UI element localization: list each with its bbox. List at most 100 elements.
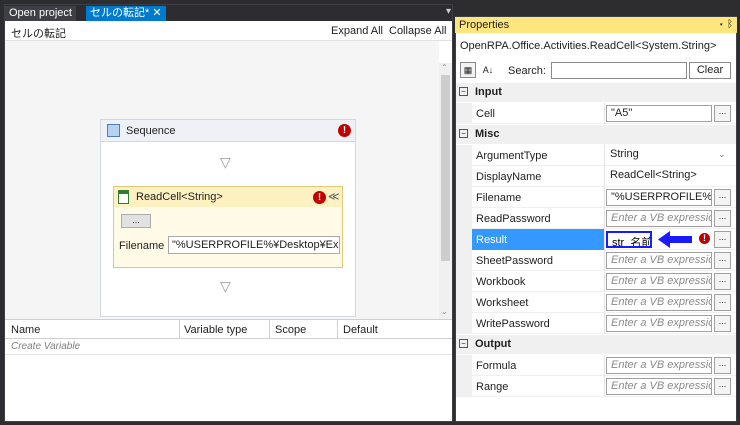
- property-row-worksheet[interactable]: Worksheet Enter a VB expressio ...: [456, 292, 736, 313]
- sequence-icon: [107, 124, 120, 137]
- filename-label: Filename: [119, 240, 165, 252]
- pin-icon[interactable]: ▾ ᛒ: [718, 17, 733, 33]
- search-input[interactable]: [551, 62, 687, 79]
- property-value-input[interactable]: Enter a VB expressio: [606, 294, 712, 311]
- collapse-icon[interactable]: −: [459, 87, 468, 96]
- property-row-writepassword[interactable]: WritePassword Enter a VB expressio ...: [456, 313, 736, 334]
- column-divider: [179, 320, 180, 338]
- filename-input[interactable]: "%USERPROFILE%¥Desktop¥Exc: [168, 236, 340, 254]
- property-row-filename[interactable]: Filename "%USERPROFILE%¥[ ...: [456, 187, 736, 208]
- designer-header: セルの転記 Expand All Collapse All: [5, 21, 452, 41]
- readcell-activity[interactable]: ReadCell<String> ! ≪ ... Filename "%USER…: [113, 186, 343, 268]
- property-row-formula[interactable]: Formula Enter a VB expressio ...: [456, 355, 736, 376]
- property-value-input[interactable]: "A5": [606, 105, 712, 122]
- expression-editor-button[interactable]: ...: [714, 378, 731, 395]
- properties-tab[interactable]: Properties ▾ ᛒ: [455, 17, 737, 33]
- column-scope[interactable]: Scope: [275, 324, 306, 336]
- row-gutter: [456, 229, 472, 250]
- property-row-cell[interactable]: Cell "A5" ...: [456, 103, 736, 124]
- argument-type-select[interactable]: String: [606, 147, 712, 164]
- collapse-all-link[interactable]: Collapse All: [389, 25, 446, 37]
- workflow-designer-pane: Open project セルの転記* ✕ ▾ セルの転記 Expand All…: [4, 4, 453, 422]
- search-label: Search:: [508, 65, 546, 77]
- sequence-activity[interactable]: Sequence ! ▽ ReadCell<String> ! ≪ ... Fi…: [100, 119, 356, 317]
- property-row-range[interactable]: Range Enter a VB expressio ...: [456, 376, 736, 397]
- expression-editor-button[interactable]: ...: [714, 315, 731, 332]
- expression-editor-button[interactable]: ...: [714, 231, 731, 248]
- column-default[interactable]: Default: [343, 324, 378, 336]
- divider: [604, 355, 605, 376]
- scroll-down-icon[interactable]: ⌄: [441, 307, 448, 316]
- expression-editor-button[interactable]: ...: [714, 273, 731, 290]
- collapse-icon[interactable]: ≪: [328, 190, 340, 203]
- alphabetical-icon[interactable]: A↓: [480, 62, 496, 78]
- result-value-input[interactable]: str_名前: [606, 231, 652, 248]
- property-value-input[interactable]: Enter a VB expressio: [606, 357, 712, 374]
- chevron-down-icon[interactable]: ⌄: [718, 149, 726, 160]
- property-row-result[interactable]: Result str_名前 ! ...: [456, 229, 736, 250]
- sequence-label: Sequence: [126, 125, 176, 137]
- property-row-displayname[interactable]: DisplayName ReadCell<String>: [456, 166, 736, 187]
- property-name: WritePassword: [476, 318, 550, 330]
- column-divider: [269, 320, 270, 338]
- property-value-input[interactable]: Enter a VB expressio: [606, 273, 712, 290]
- collapse-icon[interactable]: −: [459, 129, 468, 138]
- clear-button[interactable]: Clear: [689, 62, 731, 79]
- property-value-input[interactable]: Enter a VB expressio: [606, 315, 712, 332]
- document-tabstrip: Open project セルの転記* ✕ ▾: [5, 5, 452, 21]
- expression-editor-button[interactable]: ...: [714, 105, 731, 122]
- divider: [604, 250, 605, 271]
- tab-close-icon[interactable]: ✕: [152, 7, 161, 19]
- collapse-icon[interactable]: −: [459, 339, 468, 348]
- property-row-readpassword[interactable]: ReadPassword Enter a VB expressio ...: [456, 208, 736, 229]
- create-variable-row[interactable]: Create Variable: [11, 341, 80, 352]
- expression-editor-button[interactable]: ...: [714, 252, 731, 269]
- readcell-header[interactable]: ReadCell<String> ! ≪: [114, 187, 342, 207]
- expression-editor-button[interactable]: ...: [714, 294, 731, 311]
- canvas-scrollbar[interactable]: ⌃ ⌄: [439, 63, 452, 319]
- row-gutter: [456, 313, 472, 334]
- property-name: Filename: [476, 192, 522, 204]
- category-input[interactable]: − Input: [456, 83, 736, 102]
- expression-editor-button[interactable]: ...: [714, 357, 731, 374]
- workflow-breadcrumb[interactable]: セルの転記: [11, 25, 66, 41]
- categorized-icon[interactable]: ▦: [460, 62, 476, 78]
- expression-editor-button[interactable]: ...: [714, 189, 731, 206]
- category-misc[interactable]: − Misc: [456, 125, 736, 144]
- property-row-argumenttype[interactable]: ArgumentType String ⌄: [456, 145, 736, 166]
- row-gutter: [456, 208, 472, 229]
- divider: [604, 166, 605, 187]
- scrollbar-thumb[interactable]: [441, 75, 450, 261]
- property-value-input[interactable]: Enter a VB expressio: [606, 252, 712, 269]
- category-label: Input: [475, 86, 502, 98]
- property-name: ReadPassword: [476, 213, 551, 225]
- drop-target-icon[interactable]: ▽: [220, 154, 231, 171]
- property-grid: − Input Cell "A5" ... − Misc ArgumentTyp…: [456, 83, 736, 422]
- property-value-input[interactable]: ReadCell<String>: [606, 168, 712, 185]
- property-value-input[interactable]: Enter a VB expressio: [606, 210, 712, 227]
- divider: [604, 208, 605, 229]
- property-value-input[interactable]: "%USERPROFILE%¥[: [606, 189, 712, 206]
- tab-dropdown-icon[interactable]: ▾: [446, 6, 451, 17]
- property-row-workbook[interactable]: Workbook Enter a VB expressio ...: [456, 271, 736, 292]
- expression-editor-button[interactable]: ...: [714, 210, 731, 227]
- properties-title: Properties: [459, 19, 510, 31]
- property-row-sheetpassword[interactable]: SheetPassword Enter a VB expressio ...: [456, 250, 736, 271]
- category-output[interactable]: − Output: [456, 335, 736, 354]
- column-variable-type[interactable]: Variable type: [184, 324, 247, 336]
- tab-workflow[interactable]: セルの転記* ✕: [86, 6, 166, 21]
- sequence-header[interactable]: Sequence !: [101, 120, 355, 142]
- browse-button[interactable]: ...: [121, 214, 151, 228]
- expand-all-link[interactable]: Expand All: [331, 25, 383, 37]
- column-name[interactable]: Name: [11, 324, 40, 336]
- selected-type-name: OpenRPA.Office.Activities.ReadCell<Syste…: [460, 40, 717, 52]
- property-name: Workbook: [476, 276, 526, 288]
- category-label: Misc: [475, 128, 500, 140]
- property-name: SheetPassword: [476, 255, 554, 267]
- property-name: Cell: [476, 108, 495, 120]
- divider: [604, 313, 605, 334]
- scroll-up-icon[interactable]: ⌃: [441, 63, 448, 72]
- property-value-input[interactable]: Enter a VB expressio: [606, 378, 712, 395]
- drop-target-icon[interactable]: ▽: [220, 278, 231, 295]
- tab-open-project[interactable]: Open project: [5, 6, 76, 21]
